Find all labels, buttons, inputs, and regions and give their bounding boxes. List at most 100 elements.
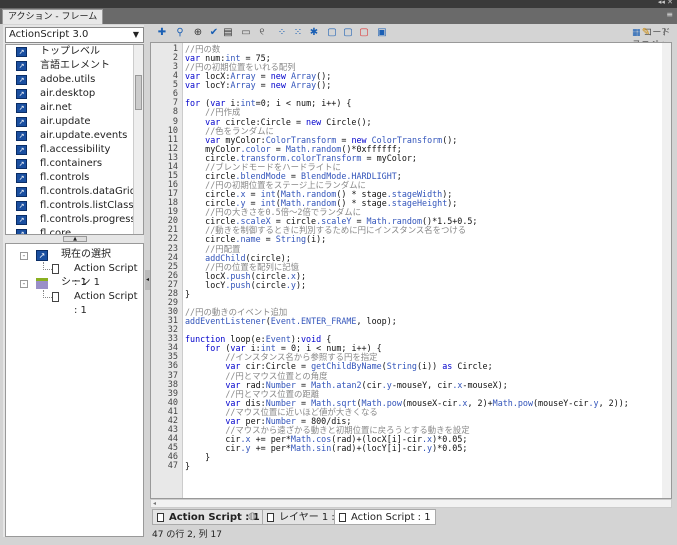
apply-block-comment-icon[interactable]: ▢ (326, 27, 338, 39)
library-item-label: air.update.events (40, 130, 128, 141)
collapse-close-icon[interactable]: ◂◂ ✕ (658, 0, 673, 6)
library-item[interactable]: ↗ fl.controls.dataGrid... (6, 185, 143, 199)
library-item[interactable]: ↗ fl.containers (6, 157, 143, 171)
package-icon: ↗ (16, 187, 27, 197)
editor-vertical-scrollbar[interactable] (662, 43, 671, 498)
package-icon: ↗ (16, 215, 27, 225)
tab-action-script-current[interactable]: Action Script : 1 (334, 509, 436, 525)
library-item[interactable]: ↗ air.update (6, 115, 143, 129)
line-number: 47 (167, 461, 178, 472)
show-hide-toolbox-icon[interactable]: ▣ (376, 27, 388, 39)
library-item[interactable]: ↗ fl.controls (6, 171, 143, 185)
library-item-label: fl.controls (40, 172, 90, 183)
library-item-label: 言語エレメント (40, 60, 110, 71)
code-hint-icon[interactable]: ▭ (240, 27, 252, 39)
script-toolbar: ✚ ⚲ ⊕ ✔ ▤ ▭ ୧ ⁘ ⁙ ✱ ▢ ▢ ▢ ▣ ▦ コードスニペット ✎… (150, 25, 674, 62)
scene-icon (36, 278, 48, 289)
package-icon: ↗ (16, 173, 27, 183)
package-icon: ↗ (16, 229, 27, 234)
tree-scene-script[interactable]: Action Script : 1 (74, 290, 143, 316)
apply-line-comment-icon[interactable]: ▢ (342, 27, 354, 39)
script-icon (157, 513, 164, 522)
script-editor[interactable]: 1 2 3 4 5 6 7 8 9 10 11 12 13 14 15 16 17 18 19 20 21 22 23 24 2… (150, 42, 672, 499)
library-item-label: fl.containers (40, 158, 103, 169)
package-icon: ↗ (16, 89, 27, 99)
library-scrollbar[interactable] (133, 45, 143, 234)
package-icon: ↗ (16, 117, 27, 127)
library-item[interactable]: ↗ air.update.events (6, 129, 143, 143)
tab-actions-frame[interactable]: アクション - フレーム (2, 9, 104, 24)
pane-splitter[interactable]: ▲ (63, 236, 87, 242)
library-item-label: air.desktop (40, 88, 96, 99)
editor-horizontal-scrollbar[interactable]: ◂ (150, 499, 672, 508)
package-icon: ↗ (16, 201, 27, 211)
collapse-between-braces-icon[interactable]: ⁘ (276, 27, 288, 39)
pin-icon[interactable]: ◍ (248, 511, 257, 522)
help-icon[interactable]: ? (658, 27, 670, 39)
find-icon[interactable]: ⚲ (174, 27, 186, 39)
package-icon: ↗ (16, 103, 27, 113)
code-line: cir.y += per*Math.sin(rad)+(locY[i]-cir.… (185, 443, 468, 454)
library-item-label: fl.controls.dataGrid... (40, 186, 144, 197)
library-item[interactable]: ↗ fl.controls.progress... (6, 213, 143, 227)
debug-options-icon[interactable]: ୧ (256, 27, 268, 39)
tree-current-selection[interactable]: 現在の選択 (61, 248, 111, 262)
code-line: locY.push(circle.y); (185, 279, 307, 290)
package-icon: ↗ (16, 145, 27, 155)
collapse-toggle[interactable]: - (20, 280, 28, 288)
remove-comment-icon[interactable]: ▢ (358, 27, 370, 39)
library-item-label: air.update (40, 116, 91, 127)
library-item[interactable]: ↗ 言語エレメント (6, 59, 143, 73)
script-icon (267, 513, 274, 522)
tab-label: Action Script : 1 (351, 512, 431, 523)
line-number-gutter: 1 2 3 4 5 6 7 8 9 10 11 12 13 14 15 16 17 18 19 20 21 22 23 24 2… (151, 43, 183, 498)
code-line: } (185, 461, 191, 472)
wand-icon[interactable]: ✎ (640, 27, 652, 39)
tree-connector (43, 290, 52, 298)
tree-scene[interactable]: シーン 1 (61, 276, 100, 290)
collapse-toggle[interactable]: - (20, 252, 28, 260)
collapse-selection-icon[interactable]: ⁙ (292, 27, 304, 39)
script-navigator: - ↗ 現在の選択 Action Script : 1 - シーン 1 Acti… (5, 243, 144, 537)
package-icon: ↗ (16, 47, 27, 57)
tree-current-script[interactable]: Action Script : 1 (74, 262, 143, 288)
status-bar: 47 の行 2, 列 17 (152, 530, 222, 540)
chevron-down-icon: ▼ (132, 30, 139, 39)
library-item[interactable]: ↗ air.desktop (6, 87, 143, 101)
package-icon: ↗ (16, 131, 27, 141)
library-item[interactable]: ↗ fl.accessibility (6, 143, 143, 157)
tab-label: Action Script : 1 (169, 512, 260, 523)
package-icon: ↗ (16, 75, 27, 85)
code-line: } (185, 288, 191, 299)
script-icon (339, 513, 346, 522)
library-list: ↗ トップレベル ↗ 言語エレメント ↗ adobe.utils ↗ air.desktop ↗… (5, 44, 144, 235)
library-item-label: fl.controls.progress... (40, 214, 144, 225)
version-select-value: ActionScript 3.0 (9, 29, 89, 40)
script-icon (52, 264, 59, 274)
library-item-label: air.net (40, 102, 72, 113)
auto-format-icon[interactable]: ▤ (222, 27, 234, 39)
package-icon: ↗ (16, 159, 27, 169)
panel-menu-icon[interactable]: ≡ (666, 10, 673, 19)
library-item[interactable]: ↗ air.net (6, 101, 143, 115)
library-item-label: fl.accessibility (40, 144, 111, 155)
library-item[interactable]: ↗ fl.controls.listClasses (6, 199, 143, 213)
library-item-label: fl.core (40, 228, 72, 235)
library-item[interactable]: ↗ adobe.utils (6, 73, 143, 87)
library-item-label: トップレベル (40, 46, 100, 57)
add-item-icon[interactable]: ✚ (156, 27, 168, 39)
actionscript-version-select[interactable]: ActionScript 3.0 ▼ (5, 27, 144, 43)
code-line: addEventListener(Event.ENTER_FRAME, loop… (185, 316, 397, 327)
code-line: var locY:Array = new Array(); (185, 80, 332, 91)
actions-toolbox: ActionScript 3.0 ▼ ↗ トップレベル ↗ 言語エレメント ↗ adobe.… (3, 25, 144, 537)
tree-connector (43, 262, 52, 270)
library-item[interactable]: ↗ トップレベル (6, 45, 143, 59)
panel-tab-row: アクション - フレーム ≡ (0, 8, 677, 24)
check-syntax-icon[interactable]: ✔ (208, 27, 220, 39)
library-item-label: fl.controls.listClasses (40, 200, 144, 211)
panel-title-bar: ◂◂ ✕ (0, 0, 677, 8)
library-item[interactable]: ↗ fl.core (6, 227, 143, 235)
library-item-label: adobe.utils (40, 74, 96, 85)
insert-target-path-icon[interactable]: ⊕ (192, 27, 204, 39)
expand-all-icon[interactable]: ✱ (308, 27, 320, 39)
